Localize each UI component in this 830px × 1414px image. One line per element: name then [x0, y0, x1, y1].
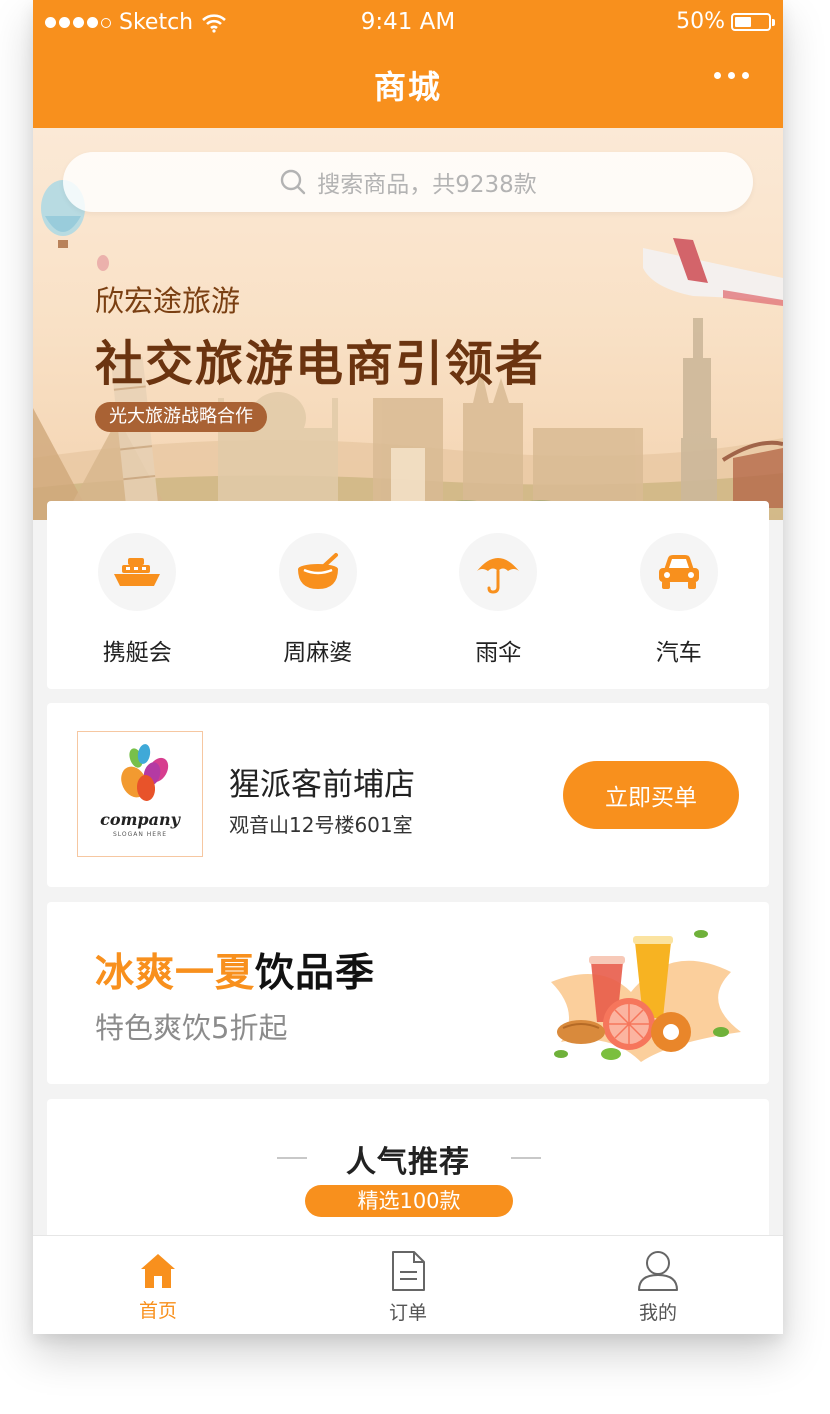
category-item-yacht[interactable]: 携艇会 — [47, 501, 228, 689]
promo-title: 冰爽一夏饮品季 — [95, 942, 375, 998]
page-title: 商城 — [373, 68, 442, 106]
hero-banner[interactable]: 搜索商品，共9238款 欣宏途旅游 社交旅游电商引领者 光大旅游战略合作 — [33, 128, 783, 520]
promo-subtitle: 特色爽饮5折起 — [95, 1011, 288, 1045]
battery-icon — [731, 12, 775, 31]
category-item-car[interactable]: 汽车 — [589, 501, 770, 689]
store-card: company SLOGAN HERE 猩派客前埔店 观音山12号楼601室 立… — [47, 703, 769, 887]
tab-profile[interactable]: 我的 — [533, 1236, 783, 1334]
tab-orders[interactable]: 订单 — [283, 1236, 533, 1334]
store-logo: company SLOGAN HERE — [77, 731, 203, 857]
divider-right — [511, 1157, 541, 1159]
recommend-title: 人气推荐 — [346, 1145, 470, 1180]
category-label: 携艇会 — [102, 640, 172, 666]
more-dots-icon[interactable] — [714, 72, 749, 79]
category-item-zhoumapo[interactable]: 周麻婆 — [228, 501, 409, 689]
search-placeholder: 搜索商品，共9238款 — [317, 172, 537, 198]
category-label: 周麻婆 — [283, 640, 353, 666]
category-grid: 携艇会 周麻婆 雨伞 汽车 — [47, 501, 769, 689]
tab-label: 我的 — [638, 1302, 677, 1324]
drinks-fruit-image — [551, 930, 741, 1062]
logo-slogan: SLOGAN HERE — [112, 831, 168, 838]
battery-percent: 50% — [676, 9, 725, 34]
tab-label: 订单 — [388, 1302, 427, 1324]
recommend-tag: 精选100款 — [305, 1185, 513, 1217]
status-bar: Sketch 9:41 AM 50% — [33, 0, 783, 44]
status-time: 9:41 AM — [360, 9, 456, 35]
banner-subtitle: 欣宏途旅游 — [95, 284, 241, 318]
category-item-umbrella[interactable]: 雨伞 — [408, 501, 589, 689]
logo-text: company — [100, 810, 180, 829]
tab-label: 首页 — [138, 1300, 177, 1322]
promo-banner[interactable]: 冰爽一夏饮品季 特色爽饮5折起 — [47, 902, 769, 1084]
user-icon — [638, 1251, 678, 1291]
company-logo-icon — [121, 744, 169, 801]
category-label: 雨伞 — [475, 640, 522, 666]
ship-icon — [98, 533, 177, 611]
category-label: 汽车 — [655, 640, 702, 666]
banner-tag: 光大旅游战略合作 — [95, 402, 267, 432]
tab-bar: 首页 订单 我的 — [33, 1235, 783, 1334]
phone-screen: Sketch 9:41 AM 50% 商城 搜索商品，共9238款 欣宏途旅游 … — [33, 0, 783, 1334]
search-bar[interactable]: 搜索商品，共9238款 — [63, 152, 753, 212]
home-icon — [141, 1254, 175, 1288]
buy-now-button[interactable]: 立即买单 — [563, 761, 739, 829]
promo-title-rest: 饮品季 — [255, 951, 376, 996]
car-icon — [639, 533, 718, 611]
store-address: 观音山12号楼601室 — [229, 813, 413, 837]
umbrella-icon — [459, 533, 538, 611]
store-name: 猩派客前埔店 — [229, 767, 415, 803]
header: Sketch 9:41 AM 50% 商城 — [33, 0, 783, 128]
tab-home[interactable]: 首页 — [33, 1236, 283, 1334]
promo-title-highlight: 冰爽一夏 — [95, 951, 256, 996]
banner-title: 社交旅游电商引领者 — [95, 336, 546, 392]
document-icon — [392, 1251, 425, 1291]
search-icon — [281, 169, 306, 195]
bowl-icon — [278, 533, 357, 611]
